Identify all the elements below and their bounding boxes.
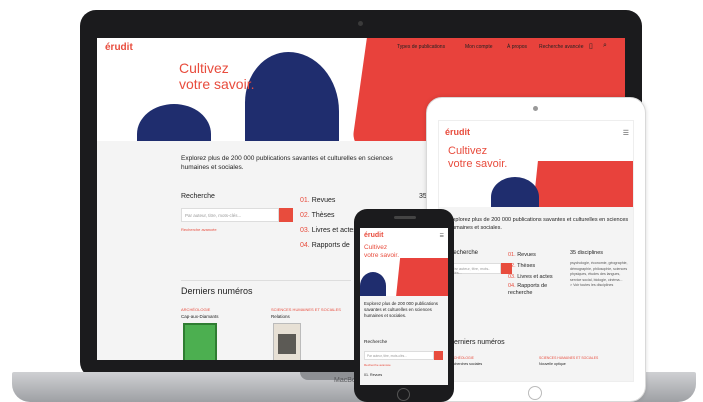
phone-body: Explorez plus de 200 000 publications sa… bbox=[360, 296, 448, 385]
search-icon[interactable]: ⌕ bbox=[603, 42, 607, 50]
advanced-search-link[interactable]: Recherche avancée bbox=[364, 363, 391, 367]
disciplines-heading: 35 disciplines bbox=[570, 250, 604, 256]
list-item[interactable]: 03. Livres et actes bbox=[300, 223, 357, 238]
card-title[interactable]: Cap-aux-Diamants bbox=[181, 314, 219, 319]
tablet-home-button bbox=[528, 386, 542, 400]
search-button[interactable] bbox=[279, 208, 293, 222]
hamburger-icon[interactable]: ☰ bbox=[440, 233, 444, 239]
tablet-body: Explorez plus de 200 000 publications sa… bbox=[439, 207, 633, 381]
hero-tagline: Cultivez votre savoir. bbox=[448, 145, 508, 170]
stage: érudit Types de publications Mon compte … bbox=[0, 0, 703, 402]
hero-red-shape bbox=[395, 258, 448, 296]
explore-text: Explorez plus de 200 000 publications sa… bbox=[449, 217, 629, 231]
phone-screen: érudit ☰ Cultivez votre savoir. Explorez… bbox=[360, 228, 448, 385]
phone-speaker bbox=[394, 216, 416, 219]
site-logo[interactable]: érudit bbox=[105, 42, 133, 53]
list-item[interactable]: 01. Revues bbox=[364, 373, 382, 377]
hero-navy-shape bbox=[360, 272, 386, 296]
phone-home-button bbox=[397, 388, 410, 401]
journal-cover[interactable] bbox=[273, 323, 301, 360]
search-label: Recherche bbox=[181, 193, 215, 200]
advanced-search-link[interactable]: Recherche avancée bbox=[181, 227, 217, 232]
card-title[interactable]: Nouvelle optique bbox=[539, 362, 566, 366]
hero-navy-shape-1 bbox=[137, 104, 211, 141]
list-item[interactable]: 03. Livres et actes bbox=[508, 272, 566, 283]
search-button[interactable] bbox=[434, 351, 443, 360]
list-item[interactable]: 04. Rapports de recherche bbox=[508, 283, 566, 297]
latest-issues-heading: Derniers numéros bbox=[181, 286, 253, 296]
divider bbox=[181, 280, 351, 281]
publication-types-list: 01. Revues 02. Thèses 03. Livres et acte… bbox=[300, 193, 357, 253]
card-category: ARCHÉOLOGIE bbox=[181, 307, 211, 312]
nav-types[interactable]: Types de publications bbox=[397, 44, 445, 50]
card-category: SCIENCES HUMAINES ET SOCIALES bbox=[539, 356, 599, 360]
laptop-camera bbox=[358, 21, 363, 26]
nav-advanced-search[interactable]: Recherche avancée bbox=[539, 44, 583, 50]
disciplines-list: psychologie, économie, géographie, démog… bbox=[570, 261, 628, 287]
hamburger-icon[interactable]: ☰ bbox=[623, 129, 629, 137]
hero-navy-shape bbox=[491, 177, 539, 207]
hero-tagline: Cultivez votre savoir. bbox=[179, 60, 255, 92]
search-input[interactable]: Par auteur, titre, mots-clés... bbox=[181, 208, 279, 222]
card-category: SCIENCES HUMAINES ET SOCIALES bbox=[271, 307, 341, 312]
list-item[interactable]: 02. Thèses bbox=[300, 208, 357, 223]
explore-text: Explorez plus de 200 000 publications sa… bbox=[181, 155, 393, 171]
journal-cover[interactable] bbox=[183, 323, 217, 360]
site-logo[interactable]: érudit bbox=[445, 127, 470, 137]
disciplines-more-link[interactable]: > Voir toutes les disciplines bbox=[570, 283, 613, 287]
explore-text: Explorez plus de 200 000 publications sa… bbox=[364, 301, 438, 318]
search-input[interactable]: Par auteur, titre, mots-clés... bbox=[449, 263, 501, 275]
list-item[interactable]: 02. Thèses bbox=[508, 261, 566, 272]
bookmark-icon[interactable]: ▯ bbox=[589, 42, 593, 50]
tablet-hero: érudit ☰ Cultivez votre savoir. bbox=[439, 121, 633, 207]
hero-navy-shape-2 bbox=[245, 52, 339, 141]
nav-about[interactable]: À propos bbox=[507, 44, 527, 50]
latest-issues-heading: Derniers numéros bbox=[449, 339, 505, 346]
tablet-camera bbox=[533, 106, 538, 111]
hero-tagline: Cultivez votre savoir. bbox=[364, 244, 400, 259]
list-item[interactable]: 01. Revues bbox=[300, 193, 357, 208]
publication-types-list: 01. Revues 02. Thèses 03. Livres et acte… bbox=[508, 250, 566, 297]
hero-red-shape bbox=[532, 161, 633, 207]
list-item[interactable]: 01. Revues bbox=[508, 250, 566, 261]
nav-account[interactable]: Mon compte bbox=[465, 44, 493, 50]
site-logo[interactable]: érudit bbox=[364, 232, 383, 239]
phone-hero: érudit ☰ Cultivez votre savoir. bbox=[360, 228, 448, 296]
search-label: Recherche bbox=[364, 340, 388, 345]
tablet-screen: érudit ☰ Cultivez votre savoir. Explorez… bbox=[438, 120, 634, 382]
search-input[interactable]: Par auteur, titre, mots-clés... bbox=[364, 351, 434, 360]
list-item[interactable]: 04. Rapports de bbox=[300, 238, 357, 253]
card-title[interactable]: Relations bbox=[271, 314, 290, 319]
